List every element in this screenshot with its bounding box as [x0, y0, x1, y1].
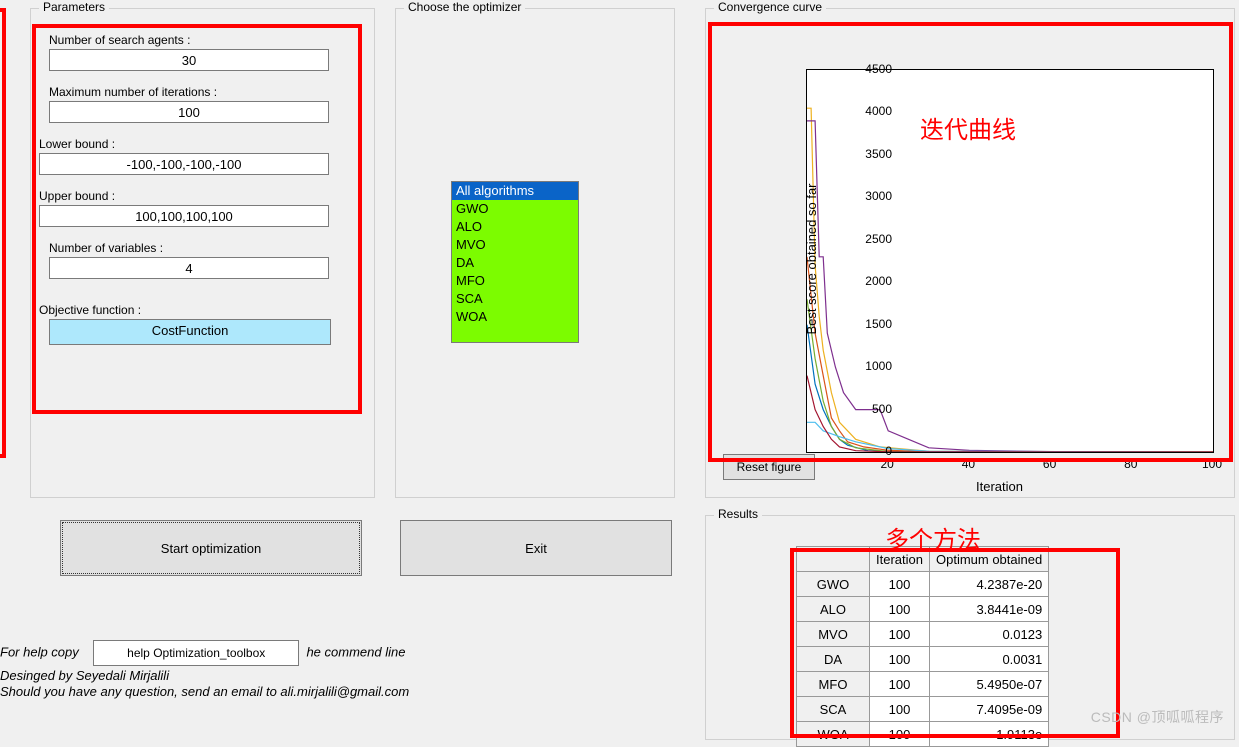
- parameters-panel: Parameters Number of search agents : Max…: [30, 8, 375, 498]
- row-optimum: 0.0031: [929, 647, 1048, 672]
- lb-label: Lower bound :: [39, 137, 374, 151]
- help-command-input[interactable]: [93, 640, 299, 666]
- table-row: SCA1007.4095e-09: [797, 697, 1049, 722]
- row-iter: 100: [870, 622, 930, 647]
- help-suffix: he commend line: [306, 644, 405, 659]
- obj-label: Objective function :: [39, 303, 374, 317]
- row-name: MFO: [797, 672, 870, 697]
- row-optimum: 5.4950e-07: [929, 672, 1048, 697]
- table-row: MFO1005.4950e-07: [797, 672, 1049, 697]
- optimizer-item-sca[interactable]: SCA: [452, 290, 578, 308]
- x-tick: 80: [1116, 457, 1146, 471]
- row-name: WOA: [797, 722, 870, 747]
- annotation-curve: 迭代曲线: [920, 110, 1016, 145]
- table-row: DA1000.0031: [797, 647, 1049, 672]
- exit-button[interactable]: Exit: [400, 520, 672, 576]
- maxiter-input[interactable]: [49, 101, 329, 123]
- annotation-methods: 多个方法: [885, 520, 981, 555]
- y-tick: 4500: [852, 62, 892, 76]
- row-optimum: 3.8441e-09: [929, 597, 1048, 622]
- row-name: SCA: [797, 697, 870, 722]
- y-tick: 3000: [852, 189, 892, 203]
- y-tick: 500: [852, 402, 892, 416]
- x-axis-label: Iteration: [976, 479, 1023, 494]
- convergence-legend: Convergence curve: [714, 0, 826, 14]
- agents-input[interactable]: [49, 49, 329, 71]
- ub-input[interactable]: [39, 205, 329, 227]
- parameters-legend: Parameters: [39, 0, 109, 14]
- maxiter-label: Maximum number of iterations :: [49, 85, 374, 99]
- optimizer-listbox[interactable]: All algorithmsGWOALOMVODAMFOSCAWOA: [451, 181, 579, 343]
- x-tick: 100: [1197, 457, 1227, 471]
- row-iter: 100: [870, 572, 930, 597]
- y-tick: 1500: [852, 317, 892, 331]
- table-row: WOA1001.9113e: [797, 722, 1049, 747]
- x-tick: 60: [1035, 457, 1065, 471]
- optimizer-item-da[interactable]: DA: [452, 254, 578, 272]
- results-legend: Results: [714, 507, 762, 521]
- convergence-panel: Convergence curve 0500100015002000250030…: [705, 8, 1235, 498]
- row-iter: 100: [870, 697, 930, 722]
- optimizer-item-alo[interactable]: ALO: [452, 218, 578, 236]
- optimizer-legend: Choose the optimizer: [404, 0, 525, 14]
- start-button[interactable]: Start optimization: [60, 520, 362, 576]
- row-name: GWO: [797, 572, 870, 597]
- agents-label: Number of search agents :: [49, 33, 374, 47]
- series-gwo: [807, 325, 1213, 452]
- results-header: [797, 547, 870, 572]
- lb-input[interactable]: [39, 153, 329, 175]
- results-table: IterationOptimum obtainedGWO1004.2387e-2…: [796, 546, 1049, 747]
- nvar-input[interactable]: [49, 257, 329, 279]
- row-name: DA: [797, 647, 870, 672]
- credits: Desinged by Seyedali Mirjalili Should yo…: [0, 668, 409, 700]
- row-iter: 100: [870, 597, 930, 622]
- table-row: ALO1003.8441e-09: [797, 597, 1049, 622]
- y-tick: 1000: [852, 359, 892, 373]
- y-tick: 0: [852, 444, 892, 458]
- optimizer-item-mvo[interactable]: MVO: [452, 236, 578, 254]
- table-row: GWO1004.2387e-20: [797, 572, 1049, 597]
- optimizer-item-all-algorithms[interactable]: All algorithms: [452, 182, 578, 200]
- y-tick: 4000: [852, 104, 892, 118]
- x-tick: 40: [953, 457, 983, 471]
- row-optimum: 0.0123: [929, 622, 1048, 647]
- credit-line-2: Should you have any question, send an em…: [0, 684, 409, 700]
- table-row: MVO1000.0123: [797, 622, 1049, 647]
- optimizer-item-gwo[interactable]: GWO: [452, 200, 578, 218]
- row-iter: 100: [870, 647, 930, 672]
- credit-line-1: Desinged by Seyedali Mirjalili: [0, 668, 409, 684]
- optimizer-item-mfo[interactable]: MFO: [452, 272, 578, 290]
- help-row: For help copy he commend line: [0, 640, 405, 666]
- reset-figure-button[interactable]: Reset figure: [723, 454, 815, 480]
- row-optimum: 7.4095e-09: [929, 697, 1048, 722]
- help-prefix: For help copy: [0, 644, 79, 659]
- row-name: ALO: [797, 597, 870, 622]
- x-tick: 20: [872, 457, 902, 471]
- row-optimum: 1.9113e: [929, 722, 1048, 747]
- row-iter: 100: [870, 672, 930, 697]
- y-axis-label: Best score obtained so far: [804, 183, 819, 334]
- ub-label: Upper bound :: [39, 189, 374, 203]
- y-tick: 2000: [852, 274, 892, 288]
- objective-function-button[interactable]: CostFunction: [49, 319, 331, 345]
- y-tick: 2500: [852, 232, 892, 246]
- y-tick: 3500: [852, 147, 892, 161]
- row-optimum: 4.2387e-20: [929, 572, 1048, 597]
- watermark: CSDN @顶呱呱程序: [1091, 707, 1224, 727]
- highlight-left-sliver: [0, 8, 6, 458]
- row-name: MVO: [797, 622, 870, 647]
- nvar-label: Number of variables :: [49, 241, 374, 255]
- row-iter: 100: [870, 722, 930, 747]
- optimizer-item-woa[interactable]: WOA: [452, 308, 578, 326]
- optimizer-panel: Choose the optimizer All algorithmsGWOAL…: [395, 8, 675, 498]
